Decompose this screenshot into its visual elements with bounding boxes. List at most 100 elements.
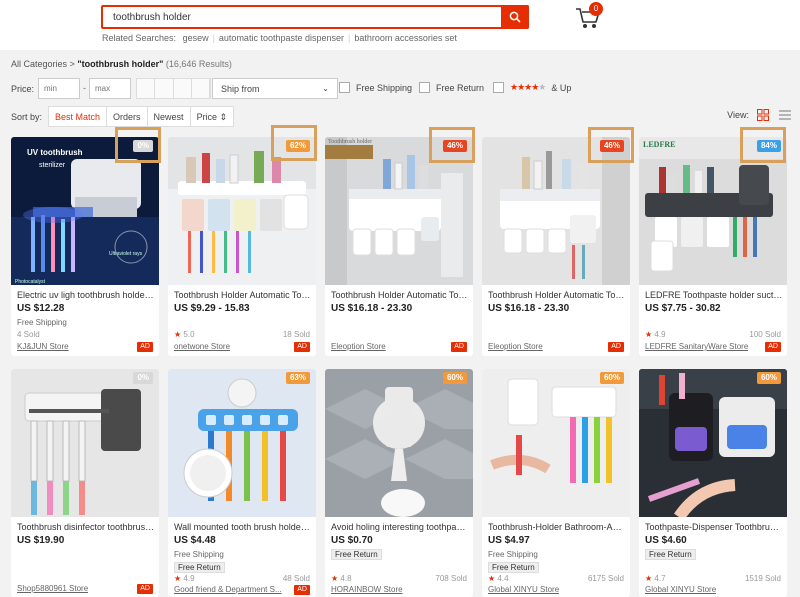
breadcrumb: All Categories > "toothbrush holder" (16… bbox=[11, 59, 232, 69]
price-max-input[interactable] bbox=[89, 78, 131, 99]
free-shipping-checkbox[interactable]: Free Shipping bbox=[339, 82, 412, 93]
store-link[interactable]: Global XINYU Store bbox=[645, 585, 716, 594]
discount-badge: 84% bbox=[756, 140, 781, 152]
product-image[interactable]: 46% bbox=[482, 137, 630, 285]
product-title[interactable]: Toothbrush-Holder Bathroom-Acc... bbox=[488, 522, 626, 532]
product-title[interactable]: Avoid holing interesting toothpaste... bbox=[331, 522, 469, 532]
product-card[interactable]: UV toothbrush sterilizer Photocatalyst U… bbox=[11, 137, 159, 356]
sold-count: 4 Sold bbox=[17, 330, 40, 339]
free-shipping-label: Free Shipping bbox=[174, 550, 224, 559]
free-return-badge: Free Return bbox=[488, 562, 539, 573]
breadcrumb-root[interactable]: All Categories bbox=[11, 59, 67, 69]
list-view-icon[interactable] bbox=[779, 109, 791, 121]
product-image[interactable]: UV toothbrush sterilizer Photocatalyst U… bbox=[11, 137, 159, 285]
product-title[interactable]: Toothpaste-Dispenser Toothbrush-... bbox=[645, 522, 783, 532]
sold-count: 1519 Sold bbox=[744, 574, 781, 583]
search-button[interactable] bbox=[501, 5, 529, 29]
product-card[interactable]: 46% Toothbrush Holder Automatic Toot... … bbox=[482, 137, 630, 356]
product-title[interactable]: Wall mounted tooth brush holder c... bbox=[174, 522, 312, 532]
price-min-input[interactable] bbox=[38, 78, 80, 99]
related-item-toothpaste-dispenser[interactable]: automatic toothpaste dispenser bbox=[219, 33, 344, 43]
free-return-checkbox[interactable]: Free Return bbox=[419, 82, 484, 93]
product-card[interactable]: 62% Toothbrush Holder Automatic Toot... … bbox=[168, 137, 316, 356]
price-label: Price: bbox=[11, 84, 35, 94]
free-shipping-label: Free Shipping bbox=[488, 550, 538, 559]
star-icon: ★ bbox=[488, 574, 496, 583]
star-icon: ★ bbox=[174, 574, 182, 583]
store-link[interactable]: Eleoption Store bbox=[331, 342, 386, 351]
ad-badge: AD bbox=[608, 342, 624, 352]
store-link[interactable]: onetwone Store bbox=[174, 342, 230, 351]
sort-tab-price[interactable]: Price ⇕ bbox=[191, 107, 234, 126]
breadcrumb-query: "toothbrush holder" bbox=[77, 59, 164, 69]
product-image[interactable]: LEDFRE 84% bbox=[639, 137, 787, 285]
sort-tab-orders[interactable]: Orders bbox=[107, 107, 148, 126]
store-link[interactable]: Good friend & Department S... bbox=[174, 585, 282, 594]
product-card[interactable]: 60% Toothpaste-Dispenser Toothbrush-... … bbox=[639, 369, 787, 597]
product-price: US $12.28 bbox=[17, 303, 65, 314]
related-item-gesew[interactable]: gesew bbox=[183, 33, 209, 43]
free-shipping-label: Free Shipping bbox=[17, 318, 67, 327]
product-title[interactable]: LEDFRE Toothpaste holder suction ... bbox=[645, 290, 783, 300]
product-image[interactable]: 63% bbox=[168, 369, 316, 517]
store-link[interactable]: HORAINBOW Store bbox=[331, 585, 403, 594]
sold-count: 18 Sold bbox=[282, 330, 310, 339]
product-image[interactable]: 60% bbox=[482, 369, 630, 517]
free-return-badge: Free Return bbox=[174, 562, 225, 573]
product-price: US $7.75 - 30.82 bbox=[645, 303, 721, 314]
product-image[interactable]: 62% bbox=[168, 137, 316, 285]
related-label: Related Searches: bbox=[102, 33, 177, 43]
search-icon bbox=[509, 11, 521, 23]
cart-button[interactable]: 0 bbox=[574, 2, 606, 33]
product-title[interactable]: Toothbrush Holder Automatic Toot... bbox=[331, 290, 469, 300]
discount-badge: 62% bbox=[285, 140, 310, 152]
product-rating: ★ 4.7 bbox=[645, 574, 666, 583]
discount-badge: 0% bbox=[133, 140, 153, 152]
grid-view-icon[interactable] bbox=[757, 109, 769, 121]
sort-tab-newest[interactable]: Newest bbox=[148, 107, 191, 126]
product-card[interactable]: 60% Avoid holing interesting toothpaste.… bbox=[325, 369, 473, 597]
product-image[interactable]: 0% bbox=[11, 369, 159, 517]
free-return-badge: Free Return bbox=[645, 549, 696, 560]
sort-tab-best-match[interactable]: Best Match bbox=[49, 107, 108, 126]
sold-count: 100 Sold bbox=[749, 330, 781, 339]
ad-badge: AD bbox=[137, 342, 153, 352]
product-card[interactable]: 0% Toothbrush disinfector toothbrush ...… bbox=[11, 369, 159, 597]
chevron-down-icon: ⌄ bbox=[322, 84, 329, 93]
product-rating: ★ 4.8 bbox=[331, 574, 352, 583]
rating-filter-checkbox[interactable]: ★★★★★ & Up bbox=[493, 82, 571, 93]
view-switcher: View: bbox=[727, 109, 791, 121]
product-image[interactable]: 60% bbox=[325, 369, 473, 517]
discount-badge: 60% bbox=[442, 372, 467, 384]
price-range-preset[interactable] bbox=[136, 78, 211, 99]
product-image[interactable]: Toothbrush holder 46% bbox=[325, 137, 473, 285]
sort-label: Sort by: bbox=[11, 112, 43, 122]
product-image[interactable]: 60% bbox=[639, 369, 787, 517]
cart-count-badge: 0 bbox=[589, 2, 603, 16]
product-card[interactable]: Toothbrush holder 46% Toothbrush Holder … bbox=[325, 137, 473, 356]
sort-tabs: Best Match Orders Newest Price ⇕ bbox=[48, 106, 235, 127]
product-title[interactable]: Toothbrush disinfector toothbrush ... bbox=[17, 522, 155, 532]
search-input[interactable] bbox=[103, 7, 503, 27]
store-link[interactable]: Eleoption Store bbox=[488, 342, 543, 351]
store-link[interactable]: Shop5880961 Store bbox=[17, 584, 88, 593]
store-link[interactable]: LEDFRE SanitaryWare Store bbox=[645, 342, 748, 351]
ship-from-select[interactable]: Ship from ⌄ bbox=[212, 78, 338, 99]
product-title[interactable]: Toothbrush Holder Automatic Toot... bbox=[488, 290, 626, 300]
product-title[interactable]: Electric uv ligh toothbrush holder w... bbox=[17, 290, 155, 300]
search-box bbox=[101, 5, 529, 29]
product-card[interactable]: 60% Toothbrush-Holder Bathroom-Acc... US… bbox=[482, 369, 630, 597]
store-link[interactable]: KJ&JUN Store bbox=[17, 342, 69, 351]
star-icon: ★ bbox=[645, 574, 653, 583]
product-price: US $16.18 - 23.30 bbox=[488, 303, 570, 314]
discount-badge: 60% bbox=[599, 372, 624, 384]
ad-badge: AD bbox=[765, 342, 781, 352]
store-link[interactable]: Global XINYU Store bbox=[488, 585, 559, 594]
product-title[interactable]: Toothbrush Holder Automatic Toot... bbox=[174, 290, 312, 300]
product-card[interactable]: LEDFRE 84% LEDFRE Toothpaste holder suct… bbox=[639, 137, 787, 356]
related-item-bathroom-set[interactable]: bathroom accessories set bbox=[354, 33, 457, 43]
sold-count: 6175 Sold bbox=[587, 574, 624, 583]
discount-badge: 46% bbox=[599, 140, 624, 152]
sold-count: 48 Sold bbox=[282, 574, 310, 583]
product-card[interactable]: 63% Wall mounted tooth brush holder c...… bbox=[168, 369, 316, 597]
